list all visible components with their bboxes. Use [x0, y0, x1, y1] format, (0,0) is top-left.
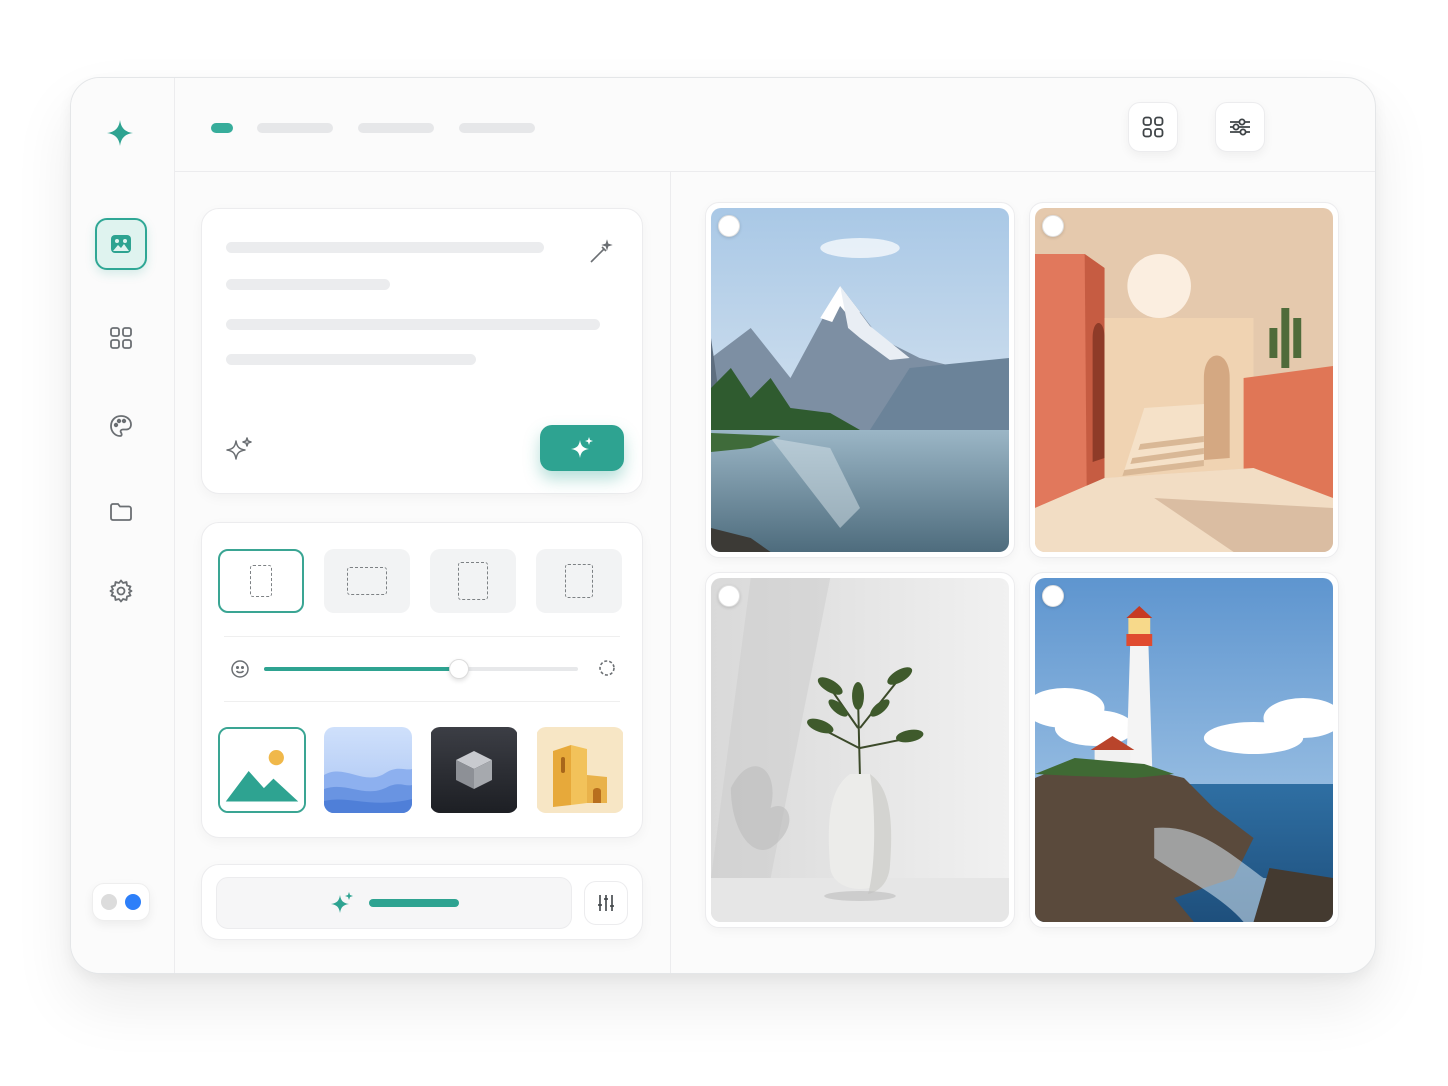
- app-window: [70, 77, 1376, 974]
- generate-button[interactable]: [540, 425, 624, 471]
- prompt-card: [201, 208, 643, 494]
- style-option-gradient[interactable]: [324, 727, 412, 813]
- soft-gradient-icon: [324, 727, 412, 813]
- gallery-image-terracotta-courtyard[interactable]: [1029, 202, 1339, 558]
- magic-wand-icon[interactable]: [586, 239, 614, 267]
- gallery-image-lighthouse-coast[interactable]: [1029, 572, 1339, 928]
- sidebar-item-grid[interactable]: [95, 312, 147, 364]
- portrait-shape-icon: [458, 562, 488, 600]
- portrait-shape-icon: [250, 565, 272, 597]
- sliders-vertical-icon: [598, 895, 614, 911]
- architecture-icon: [537, 727, 623, 813]
- action-label-bar: [369, 899, 459, 907]
- sparkles-icon: [331, 892, 353, 913]
- prompt-text-line[interactable]: [226, 242, 544, 253]
- topbar: [175, 78, 1375, 172]
- sidebar-item-folder[interactable]: [95, 486, 147, 538]
- select-checkbox[interactable]: [1042, 215, 1064, 237]
- sidebar-item-palette[interactable]: [95, 400, 147, 452]
- sparkles-outline-icon[interactable]: [224, 435, 254, 465]
- divider: [224, 636, 620, 637]
- style-option-landscape[interactable]: [218, 727, 306, 813]
- prompt-text-line[interactable]: [226, 354, 476, 365]
- grid-icon: [110, 327, 132, 349]
- filters-button[interactable]: [1215, 102, 1265, 152]
- 3d-cube-icon: [431, 727, 517, 813]
- sparkles-icon: [571, 437, 593, 458]
- divider: [224, 701, 620, 702]
- style-option-3d[interactable]: [430, 727, 518, 813]
- theme-toggle[interactable]: [92, 883, 150, 921]
- lighthouse-coast-image: [1035, 578, 1333, 922]
- sliders-icon: [1230, 118, 1250, 136]
- sidebar: [71, 78, 175, 973]
- refresh-icon[interactable]: [598, 659, 616, 677]
- landscape-shape-icon: [347, 567, 387, 595]
- settings-card: [201, 522, 643, 838]
- image-gallery-icon: [111, 235, 131, 253]
- adjust-button[interactable]: [584, 881, 628, 925]
- select-checkbox[interactable]: [718, 585, 740, 607]
- breadcrumb-item[interactable]: [459, 123, 535, 133]
- aspect-ratio-option[interactable]: [218, 549, 304, 613]
- sidebar-item-settings[interactable]: [95, 565, 147, 617]
- style-option-architecture[interactable]: [536, 727, 624, 813]
- gear-icon: [109, 579, 133, 603]
- aspect-ratio-option[interactable]: [324, 549, 410, 613]
- gallery: [671, 172, 1375, 973]
- grid-view-icon: [1142, 116, 1164, 138]
- aspect-ratio-option[interactable]: [430, 549, 516, 613]
- prompt-text-line[interactable]: [226, 279, 390, 290]
- sidebar-item-gallery[interactable]: [95, 218, 147, 270]
- gallery-image-mountain-lake[interactable]: [705, 202, 1015, 558]
- breadcrumb-item[interactable]: [358, 123, 434, 133]
- strength-slider[interactable]: [264, 659, 578, 679]
- grid-view-button[interactable]: [1128, 102, 1178, 152]
- vase-plant-image: [711, 578, 1009, 922]
- portrait-shape-icon: [565, 564, 593, 598]
- smile-icon: [230, 659, 250, 679]
- toggle-off-dot: [101, 894, 117, 910]
- palette-icon: [110, 415, 132, 437]
- aspect-ratio-option[interactable]: [536, 549, 622, 613]
- sparkle-logo-icon[interactable]: [105, 118, 135, 148]
- gallery-image-vase-plant[interactable]: [705, 572, 1015, 928]
- select-checkbox[interactable]: [1042, 585, 1064, 607]
- terracotta-courtyard-image: [1035, 208, 1333, 552]
- mountain-lake-image: [711, 208, 1009, 552]
- left-panel: [175, 172, 671, 973]
- slider-thumb[interactable]: [448, 659, 469, 679]
- breadcrumb-active[interactable]: [211, 123, 233, 133]
- folder-icon: [110, 503, 132, 521]
- action-card: [201, 864, 643, 940]
- select-checkbox[interactable]: [718, 215, 740, 237]
- landscape-illustration-icon: [220, 729, 304, 811]
- breadcrumb-item[interactable]: [257, 123, 333, 133]
- prompt-text-line[interactable]: [226, 319, 600, 330]
- toggle-on-dot: [125, 894, 141, 910]
- generate-action-button[interactable]: [216, 877, 572, 929]
- slider-fill: [264, 667, 459, 671]
